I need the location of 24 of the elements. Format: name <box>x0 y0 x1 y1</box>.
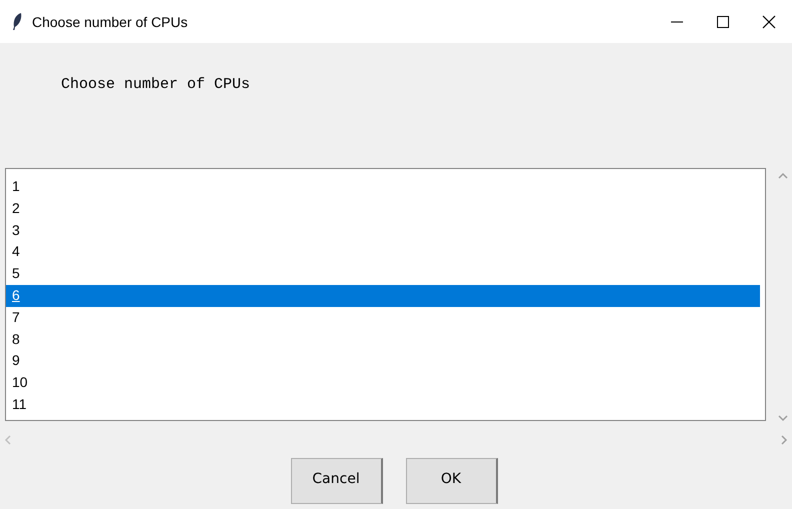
list-item[interactable]: 3 <box>6 220 760 242</box>
dialog-button[interactable]: OK <box>406 458 498 504</box>
feather-icon <box>12 13 22 30</box>
scroll-right-icon[interactable] <box>780 435 788 445</box>
close-icon <box>762 14 776 28</box>
list-item[interactable]: 2 <box>6 198 760 220</box>
list-item[interactable]: 8 <box>6 328 760 350</box>
minimize-icon <box>671 20 683 22</box>
list-item[interactable]: 11 <box>6 394 760 416</box>
window-title: Choose number of CPUs <box>32 14 188 30</box>
scroll-left-icon[interactable] <box>4 435 12 445</box>
list-item[interactable]: 6 <box>6 284 760 307</box>
scroll-down-icon[interactable] <box>778 414 788 422</box>
list-item[interactable]: 7 <box>6 306 760 329</box>
maximize-icon <box>717 16 729 28</box>
list-item[interactable]: 4 <box>6 241 760 264</box>
prompt-text: Choose number of CPUs <box>61 76 252 95</box>
list-item[interactable]: 10 <box>6 372 760 394</box>
list-item[interactable]: 1 <box>6 176 760 198</box>
cpu-listbox[interactable]: 1 2 3 4 5 6 7 8 9 10 11 <box>5 168 766 421</box>
dialog-button[interactable]: Cancel <box>290 458 382 504</box>
scroll-up-icon[interactable] <box>778 172 788 180</box>
list-item[interactable]: 5 <box>6 263 760 285</box>
list-item[interactable]: 9 <box>6 350 760 372</box>
